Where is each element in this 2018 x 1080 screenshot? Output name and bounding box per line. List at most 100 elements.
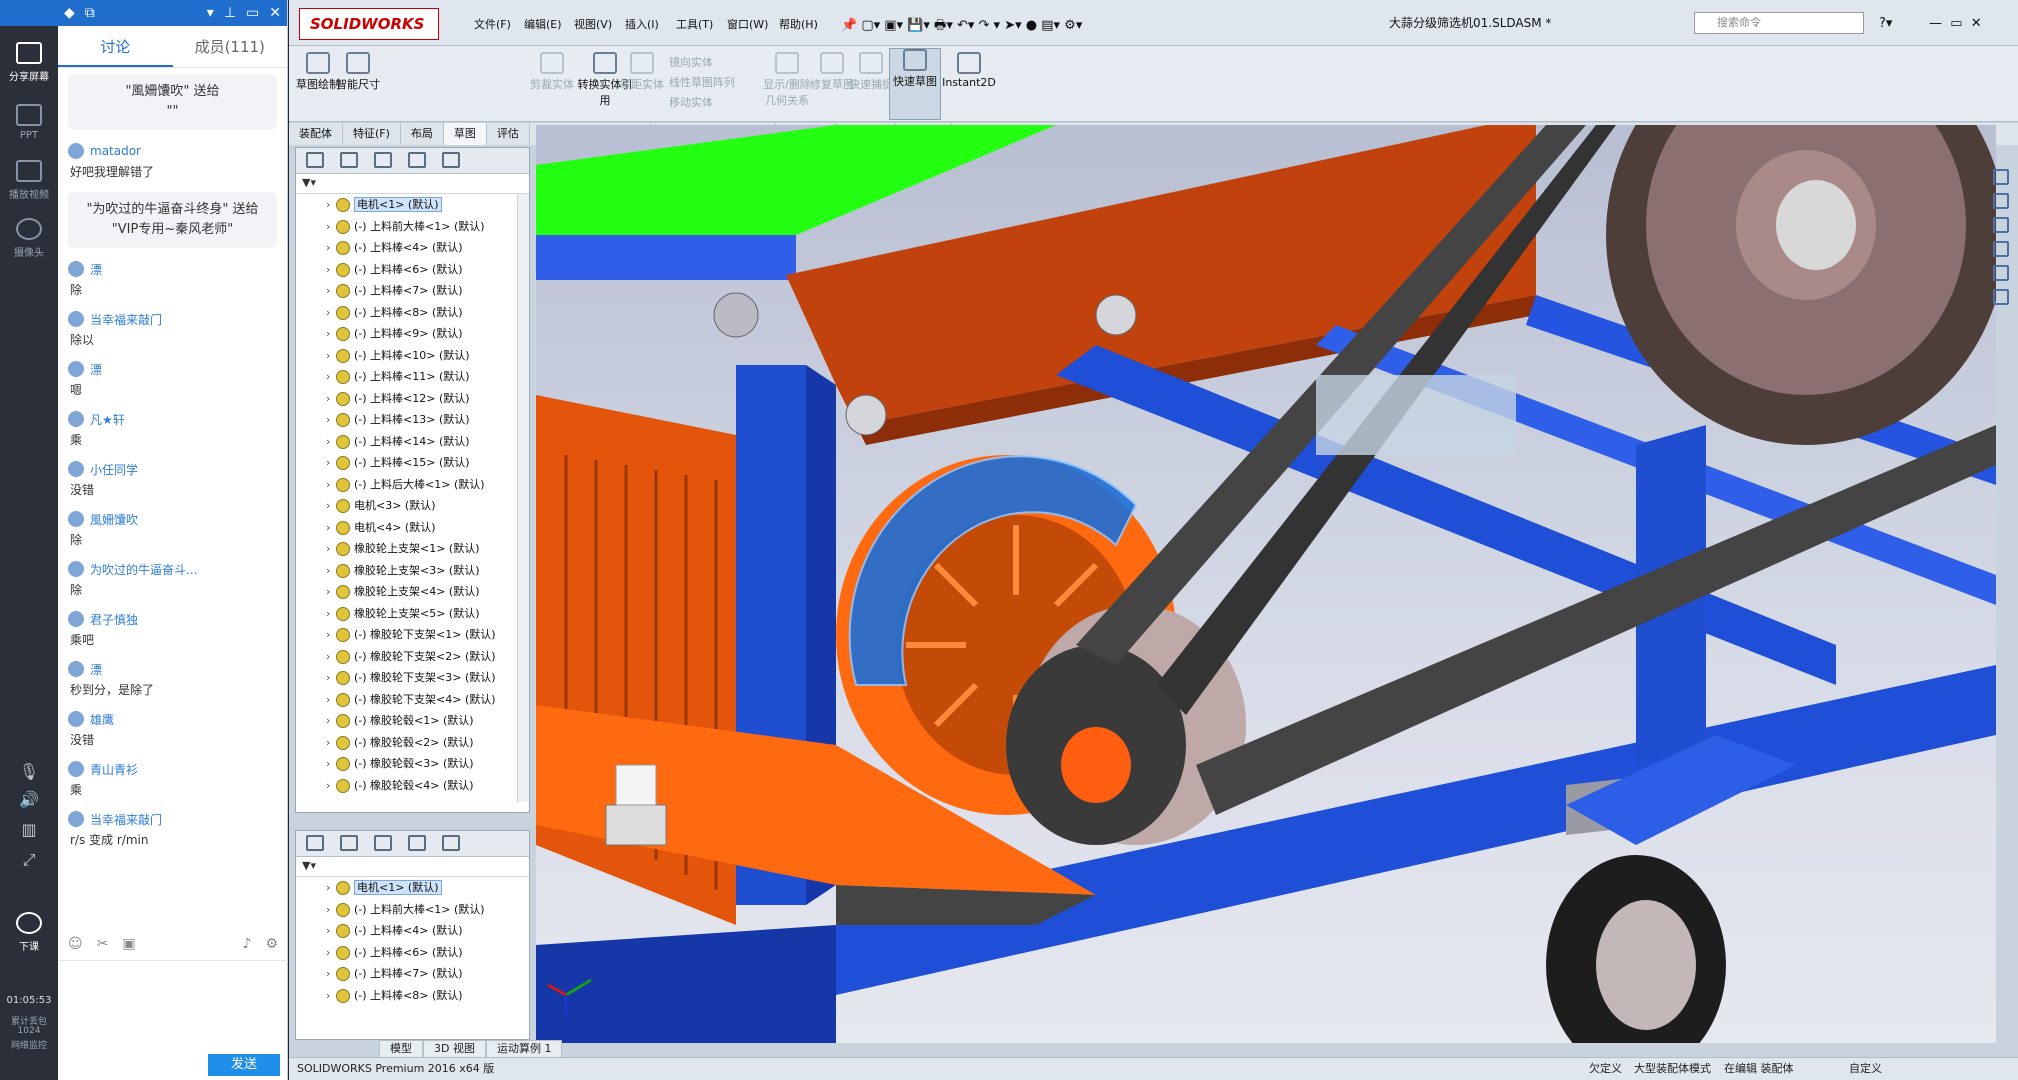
avatar[interactable]: [68, 561, 84, 577]
emoji-icon[interactable]: ☺: [68, 936, 83, 952]
dimxpert-icon[interactable]: [408, 835, 426, 851]
command-button[interactable]: 显示/删除几何关系: [759, 52, 815, 108]
image-icon[interactable]: ▣: [122, 936, 135, 952]
avatar[interactable]: [68, 811, 84, 827]
quick-toolbar-icons[interactable]: 📌 ▢▾ ▣▾ 💾▾ 🖶▾ ↶▾ ↷ ▾ ➤▾ ● ▤▾ ⚙▾: [841, 16, 1082, 38]
file-explorer-icon[interactable]: [1993, 217, 2009, 233]
tree-item[interactable]: (-) 橡胶轮毂<1> (默认): [296, 710, 529, 732]
settings-icon[interactable]: ⚙: [265, 936, 278, 952]
feature-tree-icon[interactable]: [306, 835, 324, 851]
tree-item[interactable]: (-) 上料棒<8> (默认): [296, 985, 529, 1007]
tree-item[interactable]: (-) 上料棒<9> (默认): [296, 323, 529, 345]
avatar[interactable]: [68, 611, 84, 627]
tree-item[interactable]: (-) 橡胶轮毂<3> (默认): [296, 753, 529, 775]
sender-name[interactable]: 雄鹰: [90, 711, 114, 728]
tree-item[interactable]: (-) 橡胶轮毂<4> (默认): [296, 775, 529, 797]
tree-item[interactable]: (-) 上料棒<6> (默认): [296, 942, 529, 964]
command-tab[interactable]: 布局: [401, 123, 444, 145]
mic-icon[interactable]: 🎙: [18, 762, 40, 781]
sender-name[interactable]: 漂: [90, 361, 102, 378]
tree-item[interactable]: 橡胶轮上支架<4> (默认): [296, 581, 529, 603]
avatar[interactable]: [68, 261, 84, 277]
sender-name[interactable]: 漂: [90, 661, 102, 678]
command-button[interactable]: 快速捕捉: [849, 52, 893, 92]
menu-tools[interactable]: 工具(T): [676, 16, 713, 32]
tree-item[interactable]: 电机<3> (默认): [296, 495, 529, 517]
command-button[interactable]: Instant2D: [939, 52, 999, 89]
search-input[interactable]: 搜索命令: [1694, 12, 1864, 34]
avatar[interactable]: [68, 361, 84, 377]
avatar[interactable]: [68, 761, 84, 777]
configuration-icon[interactable]: [374, 152, 392, 168]
menu-help[interactable]: 帮助(H): [779, 16, 818, 32]
tree-item[interactable]: (-) 上料前大棒<1> (默认): [296, 899, 529, 921]
sender-name[interactable]: 当幸福来敲门: [90, 311, 162, 328]
tree-item[interactable]: (-) 橡胶轮下支架<4> (默认): [296, 689, 529, 711]
tab-model[interactable]: 模型: [379, 1040, 423, 1057]
command-tab[interactable]: 评估: [487, 123, 530, 145]
menu-edit[interactable]: 编辑(E): [524, 16, 562, 32]
sender-name[interactable]: 青山青衫: [90, 761, 138, 778]
tree-filter[interactable]: ▼▾: [296, 174, 529, 194]
avatar[interactable]: [68, 661, 84, 677]
tree-item[interactable]: (-) 上料棒<12> (默认): [296, 388, 529, 410]
sender-name[interactable]: 小任同学: [90, 461, 138, 478]
send-button[interactable]: 发送: [208, 1054, 280, 1076]
minimize-icon[interactable]: ▭: [246, 5, 259, 21]
property-manager-icon[interactable]: [340, 835, 358, 851]
tree-item[interactable]: 电机<1> (默认): [296, 194, 529, 216]
appearances-icon[interactable]: [1993, 265, 2009, 281]
tree-item[interactable]: (-) 上料棒<10> (默认): [296, 345, 529, 367]
graphics-viewport[interactable]: [536, 125, 1996, 1043]
assembly-model-render[interactable]: [536, 125, 1996, 1043]
property-manager-icon[interactable]: [340, 152, 358, 168]
tree-item[interactable]: 电机<4> (默认): [296, 517, 529, 539]
menu-window[interactable]: 窗口(W): [727, 16, 768, 32]
menu-file[interactable]: 文件(F): [474, 16, 511, 32]
help-icon[interactable]: ?▾: [1879, 16, 1892, 31]
feature-tree-icon[interactable]: [306, 152, 324, 168]
tree-item[interactable]: (-) 上料棒<8> (默认): [296, 302, 529, 324]
tree-item[interactable]: 橡胶轮上支架<3> (默认): [296, 560, 529, 582]
sender-name[interactable]: 君子慎独: [90, 611, 138, 628]
pin-icon[interactable]: ⊥: [224, 5, 236, 21]
tree-item[interactable]: (-) 上料棒<14> (默认): [296, 431, 529, 453]
tree-item[interactable]: 橡胶轮上支架<5> (默认): [296, 603, 529, 625]
menu-insert[interactable]: 插入(I): [625, 16, 659, 32]
fullscreen-icon[interactable]: ⤢: [18, 850, 40, 869]
command-button[interactable]: 智能尺寸: [333, 52, 383, 92]
tree-item[interactable]: 橡胶轮上支架<1> (默认): [296, 538, 529, 560]
command-button[interactable]: 等距实体: [619, 52, 665, 92]
sender-name[interactable]: 当幸福来敲门: [90, 811, 162, 828]
ppt-button[interactable]: PPT: [0, 104, 58, 141]
tree-item[interactable]: (-) 上料后大棒<1> (默认): [296, 474, 529, 496]
dimxpert-icon[interactable]: [408, 152, 426, 168]
appearance-icon[interactable]: [442, 835, 460, 851]
speaker-icon[interactable]: 🔊: [18, 790, 40, 809]
tree-item[interactable]: (-) 上料棒<11> (默认): [296, 366, 529, 388]
chat-input[interactable]: [58, 960, 288, 1050]
voice-icon[interactable]: ♪: [243, 936, 252, 952]
command-tab[interactable]: 装配体: [289, 123, 343, 145]
appearance-icon[interactable]: [442, 152, 460, 168]
tab-members[interactable]: 成员(111): [173, 26, 288, 67]
sender-name[interactable]: matador: [90, 144, 141, 158]
tab-3d-views[interactable]: 3D 视图: [423, 1040, 486, 1057]
menu-view[interactable]: 视图(V): [574, 16, 612, 32]
tree-item[interactable]: (-) 上料棒<4> (默认): [296, 237, 529, 259]
avatar[interactable]: [68, 311, 84, 327]
custom-properties-icon[interactable]: [1993, 289, 2009, 305]
avatar[interactable]: [68, 411, 84, 427]
tree-item[interactable]: (-) 橡胶轮下支架<1> (默认): [296, 624, 529, 646]
tree-item[interactable]: 电机<1> (默认): [296, 877, 529, 899]
view-palette-icon[interactable]: [1993, 241, 2009, 257]
avatar[interactable]: [68, 711, 84, 727]
sender-name[interactable]: 凡★轩: [90, 411, 125, 428]
signal-icon[interactable]: ▥: [18, 820, 40, 839]
window-controls[interactable]: — ▭ ✕: [1929, 16, 1982, 31]
end-class-button[interactable]: 下课: [0, 912, 58, 953]
tree-item[interactable]: (-) 上料棒<7> (默认): [296, 280, 529, 302]
context-toolbar[interactable]: [1316, 375, 1516, 455]
share-screen-button[interactable]: 分享屏幕: [0, 42, 58, 83]
tree-filter[interactable]: ▼▾: [296, 857, 529, 877]
